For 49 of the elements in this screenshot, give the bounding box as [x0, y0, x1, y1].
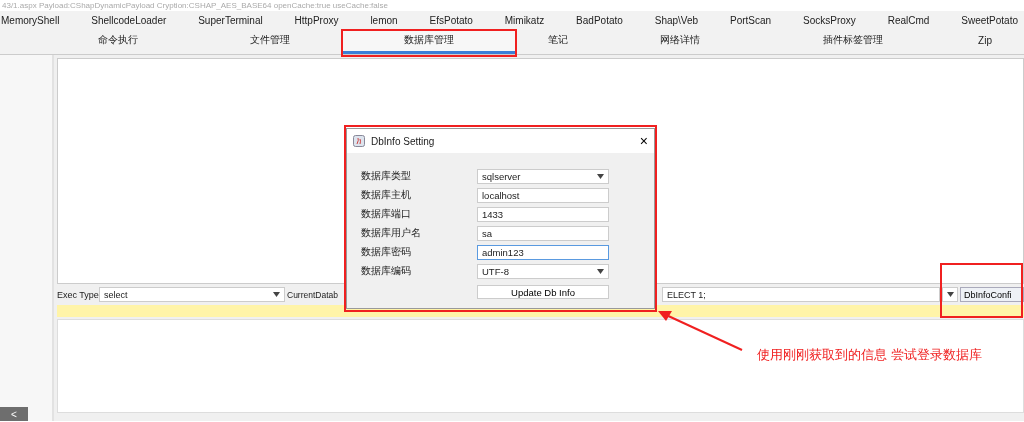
input-field[interactable]: 1433	[477, 207, 609, 222]
dropdown-button[interactable]	[942, 287, 958, 302]
current-database-label: CurrentDatab	[287, 289, 339, 300]
plugin-tab[interactable]: lemon	[370, 11, 398, 29]
java-app-icon	[353, 135, 365, 147]
field-label: 数据库类型	[361, 169, 412, 183]
input-field[interactable]: sa	[477, 226, 609, 241]
dialog-title: DbInfo Setting	[371, 135, 436, 147]
annotation-text: 使用刚刚获取到的信息 尝试登录数据库	[757, 346, 982, 364]
select-field[interactable]: sqlserver	[477, 169, 609, 184]
exec-type-select[interactable]: select	[99, 287, 285, 302]
connection-info: 43/1.aspx Payload:CShapDynamicPayload Cryption:CSHAP_AES_BASE64 openCache:true useCache:false	[1, 0, 389, 11]
main-tab[interactable]: 笔记	[515, 29, 600, 54]
field-label: 数据库用户名	[361, 226, 422, 240]
update-button[interactable]: Update Db Info	[477, 285, 609, 299]
input-field[interactable]: admin123	[477, 245, 609, 260]
field-label: 数据库编码	[361, 264, 412, 278]
plugin-tab[interactable]: SweetPotato	[961, 11, 1018, 29]
plugin-tab[interactable]: BadPotato	[576, 11, 623, 29]
plugin-tab[interactable]: EfsPotato	[429, 11, 473, 29]
field-label: 数据库主机	[361, 188, 412, 202]
close-button[interactable]: ×	[639, 134, 648, 148]
caret-icon	[946, 292, 954, 297]
input-field[interactable]: localhost	[477, 188, 609, 203]
plugin-tab[interactable]: ShellcodeLoader	[91, 11, 167, 29]
plugin-tab[interactable]: RealCmd	[887, 11, 930, 29]
main-tab[interactable]: 网络详情	[600, 29, 760, 54]
main-tab[interactable]: Zip	[946, 29, 1024, 54]
plugin-tab[interactable]: SocksProxy	[803, 11, 856, 29]
main-tab[interactable]: 文件管理	[196, 29, 343, 54]
select-field[interactable]: UTF-8	[477, 264, 609, 279]
plugin-tab[interactable]: MemoryShell	[1, 11, 60, 29]
caret-icon	[597, 174, 604, 179]
db-info-config-button[interactable]: DbInfoConfi	[960, 287, 1024, 302]
plugin-tab[interactable]: Mimikatz	[504, 11, 545, 29]
plugin-tab[interactable]: PortScan	[730, 11, 772, 29]
main-tab[interactable]: 数据库管理	[343, 29, 515, 54]
plugin-tab[interactable]: HttpProxy	[294, 11, 339, 29]
field-label: 数据库密码	[361, 245, 412, 259]
field-label: 数据库端口	[361, 207, 412, 221]
sql-input[interactable]: ELECT 1;	[662, 287, 940, 302]
exec-type-label: Exec Type	[57, 289, 99, 300]
plugin-tab[interactable]: Shap\Veb	[654, 11, 699, 29]
main-tab[interactable]: 命令执行	[40, 29, 196, 54]
collapse-button[interactable]: <	[0, 407, 28, 421]
caret-icon	[273, 292, 280, 297]
main-tab[interactable]: 插件标签管理	[760, 29, 946, 54]
plugin-tab[interactable]: SuperTerminal	[198, 11, 263, 29]
caret-icon	[597, 269, 604, 274]
